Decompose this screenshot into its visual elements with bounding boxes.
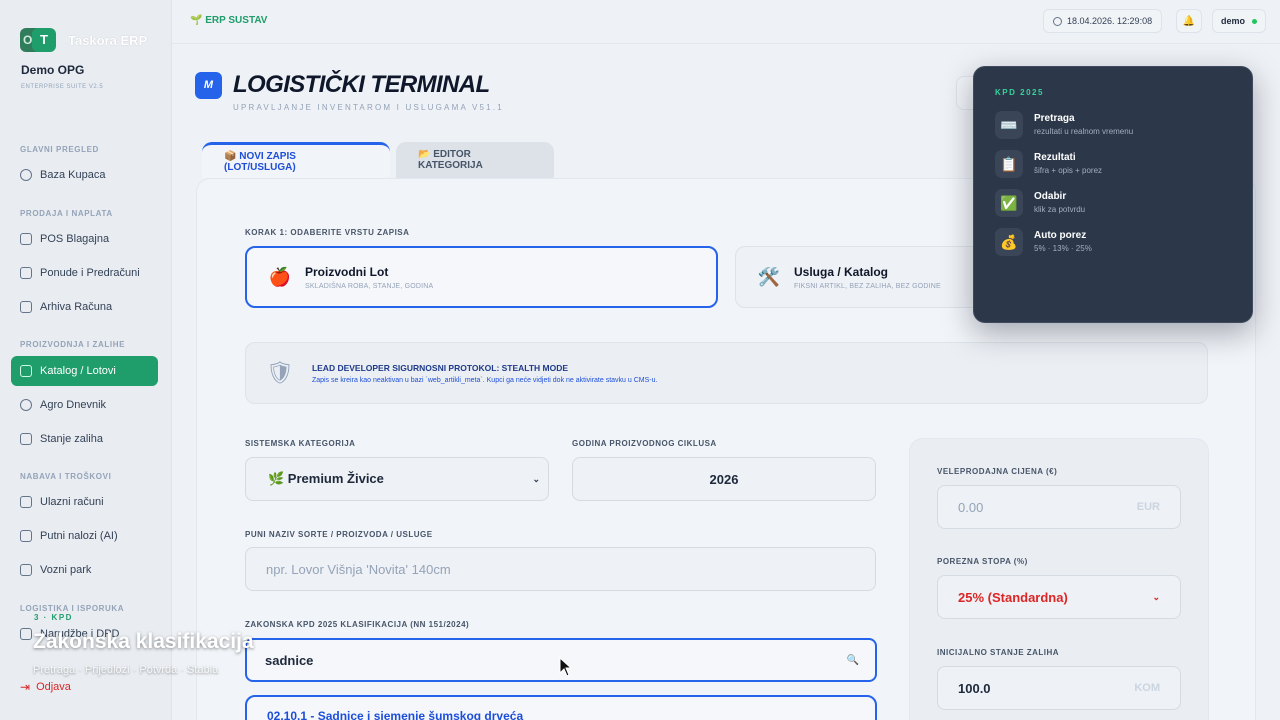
- org-subtitle: ENTERPRISE SUITE V2.5: [21, 84, 104, 90]
- leaf-icon: [20, 399, 32, 411]
- kpd-label: ZAKONSKA KPD 2025 KLASIFIKACIJA (NN 151/…: [245, 620, 470, 629]
- popover-heading: KPD 2025: [995, 88, 1044, 97]
- apple-icon: 🍎: [268, 266, 292, 287]
- datetime-display: 18.04.2026. 12:29:08: [1043, 9, 1163, 33]
- money-bag-icon: 💰: [995, 228, 1023, 256]
- sidebar-item-baza-kupaca[interactable]: Baza Kupaca: [11, 160, 158, 190]
- nav-section-prodaja: PRODAJA I NAPLATA: [20, 209, 113, 218]
- logout-button[interactable]: ⇥ Odjava: [20, 680, 71, 694]
- nav-section-nabava: NABAVA I TROŠKOVI: [20, 472, 112, 481]
- chevron-down-icon: ⌄: [532, 473, 540, 484]
- tab-new-record[interactable]: 📦 NOVI ZAPIS (LOT/USLUGA): [202, 142, 390, 178]
- page-title: LOGISTIČKI TERMINAL: [233, 71, 490, 98]
- online-status-icon: [1252, 18, 1258, 24]
- kpd-result-item[interactable]: 02.10.1 - Sadnice i sjemenje šumskog drv…: [245, 695, 877, 720]
- clock-icon: [1053, 16, 1062, 26]
- wholesale-price-input[interactable]: 0.00 EUR: [937, 485, 1181, 529]
- checkmark-icon: ✅: [995, 189, 1023, 217]
- brand-name: Taskora ERP: [68, 32, 148, 48]
- brand-logo-icon: O T: [20, 28, 60, 52]
- kpd-info-popover: KPD 2025 ⌨️ Pretraga rezultati u realnom …: [973, 66, 1253, 323]
- sidebar-item-ponude[interactable]: Ponude i Predračuni: [11, 258, 158, 288]
- product-name-input[interactable]: npr. Lovor Višnja 'Novita' 140cm: [245, 547, 876, 591]
- sidebar-item-pos[interactable]: POS Blagajna: [11, 224, 158, 254]
- category-label: SISTEMSKA KATEGORIJA: [245, 439, 356, 448]
- type-option-lot[interactable]: 🍎 Proizvodni Lot SKLADIŠNA ROBA, STANJE,…: [245, 246, 718, 308]
- tools-icon: 🛠️: [757, 266, 781, 287]
- sidebar: O T Taskora ERP Demo OPG ENTERPRISE SUIT…: [0, 0, 172, 720]
- module-logo-icon: M: [195, 72, 222, 99]
- stealth-notice: 🛡 LEAD DEVELOPER SIGURNOSNI PROTOKOL: ST…: [245, 342, 1208, 404]
- map-icon: [20, 530, 32, 542]
- org-name: Demo OPG: [21, 63, 85, 77]
- tab-category-editor[interactable]: 📂 EDITOR KATEGORIJA: [396, 142, 554, 178]
- users-icon: [20, 169, 32, 181]
- sidebar-item-vozni[interactable]: Vozni park: [11, 555, 158, 585]
- shield-icon: 🛡: [266, 360, 294, 385]
- sidebar-item-putni[interactable]: Putni nalozi (AI): [11, 521, 158, 551]
- register-icon: [20, 233, 32, 245]
- delivery-icon: [20, 628, 32, 640]
- sidebar-item-arhiva[interactable]: Arhiva Računa: [11, 292, 158, 322]
- keyboard-icon: ⌨️: [995, 111, 1023, 139]
- stock-input[interactable]: 100.0 KOM: [937, 666, 1181, 710]
- document-icon: [20, 267, 32, 279]
- caption-subtitle: Pretraga · Prijedlozi · Potvrda · Stabla: [33, 664, 219, 676]
- sidebar-item-agro[interactable]: Agro Dnevnik: [11, 390, 158, 420]
- tax-rate-select[interactable]: 25% (Standardna) ⌄: [937, 575, 1181, 619]
- nav-section-logistika: LOGISTIKA I ISPORUKA: [20, 604, 125, 613]
- sidebar-item-ulazni[interactable]: Ulazni računi: [11, 487, 158, 517]
- clipboard-icon: 📋: [995, 150, 1023, 178]
- tax-label: POREZNA STOPA (%): [937, 557, 1028, 566]
- layers-icon: [20, 365, 32, 377]
- popover-item-results: 📋 Rezultati šifra + opis + porez: [995, 150, 1102, 178]
- nav-section-glavni: GLAVNI PREGLED: [20, 145, 99, 154]
- caption-title: Zakonska klasifikacija: [33, 630, 254, 653]
- category-select[interactable]: 🌿 Premium Živice ⌄: [245, 457, 549, 501]
- popover-item-search: ⌨️ Pretraga rezultati u realnom vremenu: [995, 111, 1133, 139]
- search-icon: 🔍: [846, 654, 859, 666]
- bell-icon: 🔔: [1182, 15, 1196, 27]
- popover-item-select: ✅ Odabir klik za potvrdu: [995, 189, 1085, 217]
- inbox-icon: [20, 496, 32, 508]
- archive-icon: [20, 301, 32, 313]
- user-menu[interactable]: demo: [1212, 9, 1267, 33]
- caption-tag: 3 · KPD: [34, 613, 73, 622]
- sidebar-item-stanje[interactable]: Stanje zaliha: [11, 424, 158, 454]
- name-label: PUNI NAZIV SORTE / PROIZVODA / USLUGE: [245, 530, 433, 539]
- wholesale-label: VELEPRODAJNA CIJENA (€): [937, 467, 1058, 476]
- chevron-down-icon: ⌄: [1152, 591, 1160, 602]
- page-subtitle: UPRAVLJANJE INVENTAROM I USLUGAMA V51.1: [233, 103, 504, 112]
- year-label: GODINA PROIZVODNOG CIKLUSA: [572, 439, 717, 448]
- erp-tag: 🌱 ERP SUSTAV: [190, 15, 268, 26]
- logout-icon: ⇥: [20, 680, 31, 694]
- topbar: 🌱 ERP SUSTAV 18.04.2026. 12:29:08 🔔 demo: [172, 0, 1280, 44]
- notifications-button[interactable]: 🔔: [1176, 9, 1202, 33]
- box-icon: [20, 433, 32, 445]
- brand[interactable]: O T Taskora ERP: [20, 28, 147, 52]
- nav-section-proizvodnja: PROIZVODNJA I ZALIHE: [20, 340, 126, 349]
- mouse-cursor-icon: [559, 657, 573, 677]
- popover-item-tax: 💰 Auto porez 5% · 13% · 25%: [995, 228, 1092, 256]
- sidebar-item-katalog[interactable]: Katalog / Lotovi: [11, 356, 158, 386]
- type-option-service[interactable]: 🛠️ Usluga / Katalog FIKSNI ARTIKL, BEZ Z…: [735, 246, 995, 308]
- truck-icon: [20, 564, 32, 576]
- stock-label: INICIJALNO STANJE ZALIHA: [937, 648, 1060, 657]
- step-label: KORAK 1: ODABERITE VRSTU ZAPISA: [245, 228, 410, 237]
- year-input[interactable]: 2026: [572, 457, 876, 501]
